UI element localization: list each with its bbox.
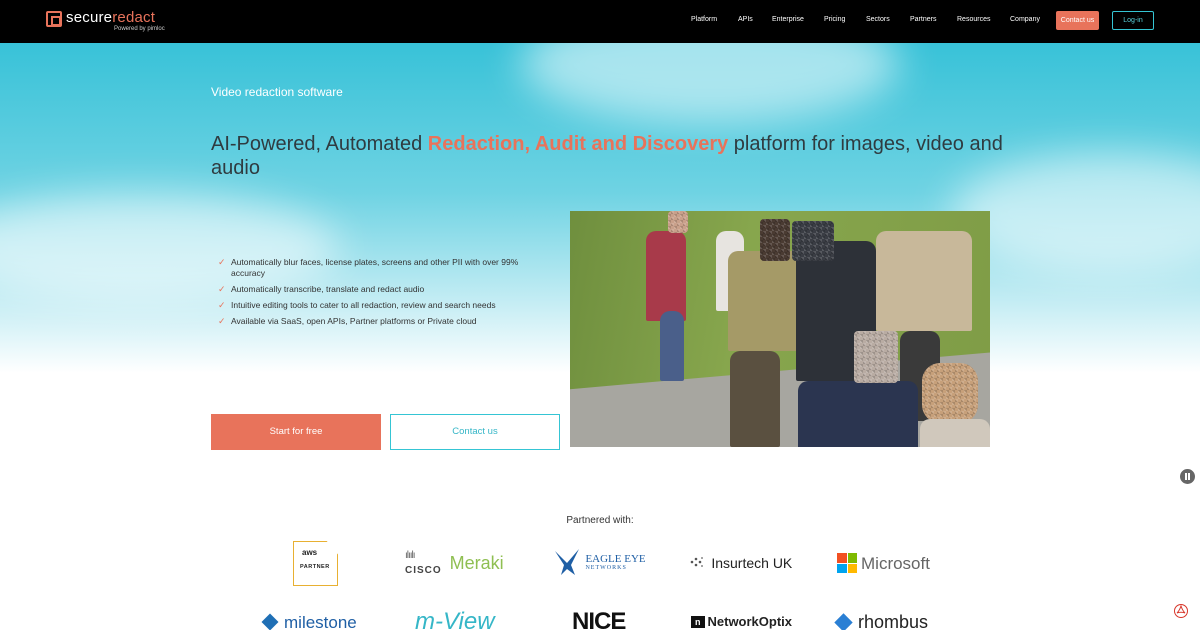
nav-login-button[interactable]: Log-in — [1112, 11, 1154, 30]
rhombus-icon — [834, 613, 853, 630]
nav-item-partners[interactable]: Partners — [910, 16, 936, 23]
hero-video[interactable] — [570, 211, 990, 447]
nav-item-enterprise[interactable]: Enterprise — [772, 16, 804, 23]
aws-partner-label: PARTNER — [300, 564, 330, 570]
pixelated-face — [922, 363, 978, 423]
cloud-decoration — [520, 43, 900, 123]
partners-heading: Partnered with: — [566, 515, 634, 526]
eagle-icon — [553, 547, 581, 577]
feature-item: ✓ Intuitive editing tools to cater to all… — [218, 300, 496, 310]
check-icon: ✓ — [218, 257, 226, 267]
check-icon: ✓ — [218, 316, 226, 326]
pdf-icon[interactable] — [1174, 604, 1188, 618]
securedact-logo[interactable]: secureredact Powered by pimloc — [46, 9, 176, 35]
eagle-eye-logo: EAGLE EYE NETWORKS — [553, 547, 646, 577]
pixelated-face — [792, 221, 834, 261]
microsoft-logo: Microsoft — [837, 553, 930, 574]
milestone-logo: milestone — [261, 613, 357, 630]
cisco-wordmark: CISCO — [405, 565, 442, 576]
nice-logo: NICE — [572, 608, 626, 630]
pixelated-face — [668, 211, 688, 233]
nav-item-platform[interactable]: Platform — [691, 16, 717, 23]
milestone-diamond-icon — [261, 613, 279, 630]
hero-title: AI-Powered, Automated Redaction, Audit a… — [211, 133, 1003, 179]
video-person — [646, 231, 686, 321]
nav-item-sectors[interactable]: Sectors — [866, 16, 890, 23]
video-person — [660, 311, 684, 381]
nav-item-pricing[interactable]: Pricing — [824, 16, 845, 23]
pixelated-face — [854, 331, 898, 383]
hero-eyebrow: Video redaction software — [211, 85, 343, 99]
hero-contact-button[interactable]: Contact us — [390, 414, 560, 450]
nav-item-resources[interactable]: Resources — [957, 16, 990, 23]
network-optix-logo: n NetworkOptix — [691, 614, 792, 629]
feature-item: ✓ Automatically blur faces, license plate… — [218, 257, 519, 278]
logo-mark-icon — [46, 11, 62, 27]
nx-icon: n — [691, 616, 705, 628]
m-view-logo: m-View — [415, 608, 495, 630]
video-person — [730, 351, 780, 447]
meraki-wordmark: Meraki — [449, 553, 504, 574]
feature-item: ✓ Available via SaaS, open APIs, Partner … — [218, 316, 477, 326]
microsoft-squares-icon — [837, 553, 857, 573]
start-for-free-button[interactable]: Start for free — [211, 414, 381, 450]
feature-list: ✓ Automatically blur faces, license plate… — [218, 257, 538, 332]
check-icon: ✓ — [218, 284, 226, 294]
aws-partner-logo: aws PARTNER — [293, 541, 338, 586]
insurtech-dots-icon — [690, 557, 707, 571]
hero-section: Video redaction software AI-Powered, Aut… — [0, 43, 1200, 493]
check-icon: ✓ — [218, 300, 226, 310]
feature-item: ✓ Automatically transcribe, translate and… — [218, 284, 425, 294]
aws-wordmark: aws — [302, 548, 318, 557]
video-person — [876, 231, 972, 331]
eagle-eye-wordmark: EAGLE EYE — [585, 553, 646, 565]
rhombus-logo: rhombus — [834, 612, 928, 630]
video-person — [920, 419, 990, 447]
nav-contact-button[interactable]: Contact us — [1056, 11, 1099, 30]
pause-video-button[interactable] — [1180, 469, 1195, 484]
eagle-eye-subtitle: NETWORKS — [585, 565, 627, 571]
cisco-bars-icon: ılıılı — [405, 550, 416, 561]
cisco-meraki-logo: ılıılı CISCO Meraki — [405, 550, 504, 578]
logo-powered-by: Powered by pimloc — [114, 26, 165, 32]
pixelated-face — [760, 219, 790, 261]
video-person — [798, 381, 918, 447]
nav-item-company[interactable]: Company — [1010, 16, 1040, 23]
insurtech-uk-logo: Insurtech UK — [690, 555, 792, 571]
top-navbar: secureredact Powered by pimloc Platform … — [0, 0, 1200, 43]
nav-item-apis[interactable]: APIs — [738, 16, 753, 23]
logo-wordmark: secureredact — [66, 9, 156, 26]
